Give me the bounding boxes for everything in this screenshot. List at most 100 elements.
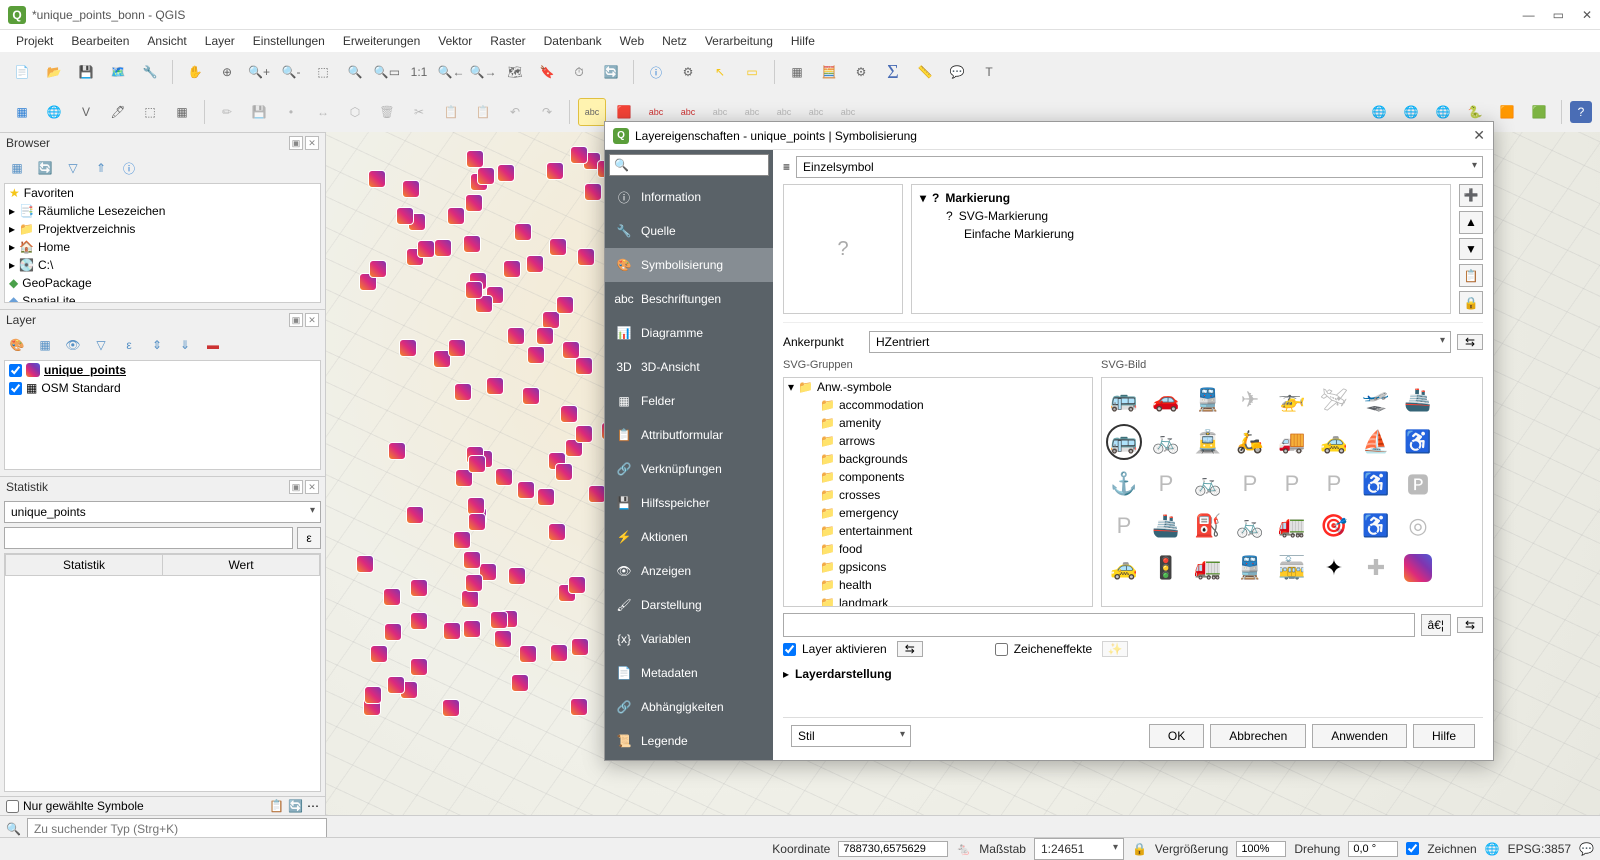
- draw-effects-checkbox[interactable]: [995, 643, 1008, 656]
- layer-rendering-section[interactable]: Layerdarstellung: [795, 667, 892, 681]
- browser-undock-icon[interactable]: ▣: [289, 136, 303, 150]
- svg-group-components[interactable]: 📁components: [784, 468, 1092, 486]
- statistik-field-input[interactable]: [4, 527, 293, 549]
- new-print-layout-icon[interactable]: 🗺️: [104, 58, 132, 86]
- svg-group-emergency[interactable]: 📁emergency: [784, 504, 1092, 522]
- help-button[interactable]: Hilfe: [1413, 724, 1475, 748]
- sidebar-item-metadaten[interactable]: 📄Metadaten: [605, 656, 773, 690]
- svg-groups-tree[interactable]: ▾📁Anw.-symbole 📁accommodation📁amenity📁ar…: [783, 377, 1093, 607]
- dialog-search-input[interactable]: [609, 154, 769, 176]
- select-icon[interactable]: ↖: [706, 58, 734, 86]
- sidebar-item-hilfsspeicher[interactable]: 💾Hilfsspeicher: [605, 486, 773, 520]
- edit-toggle-icon[interactable]: ✏: [213, 98, 241, 126]
- new-virtual-icon[interactable]: ⬚: [136, 98, 164, 126]
- svg-group-food[interactable]: 📁food: [784, 540, 1092, 558]
- sb-extents-icon[interactable]: 🐁: [956, 842, 971, 856]
- statistik-layer-combo[interactable]: unique_points: [4, 501, 321, 523]
- apply-button[interactable]: Anwenden: [1312, 724, 1407, 748]
- collapse-icon[interactable]: ⇓: [174, 334, 196, 356]
- sidebar-item-symbolisierung[interactable]: 🎨Symbolisierung: [605, 248, 773, 282]
- add-layer-icon[interactable]: ▦: [6, 157, 28, 179]
- move-up-button[interactable]: ▼: [1459, 238, 1483, 261]
- sb-crs-label[interactable]: EPSG:3857: [1508, 842, 1571, 856]
- close-button[interactable]: ✕: [1582, 8, 1592, 22]
- sidebar-item-variablen[interactable]: {x}Variablen: [605, 622, 773, 656]
- redo-icon[interactable]: ↷: [533, 98, 561, 126]
- expression-button[interactable]: ε: [297, 527, 321, 549]
- svg-group-accommodation[interactable]: 📁accommodation: [784, 396, 1092, 414]
- svg-group-backgrounds[interactable]: 📁backgrounds: [784, 450, 1092, 468]
- filter-legend-icon[interactable]: ▽: [90, 334, 112, 356]
- refresh-icon[interactable]: 🔄: [597, 58, 625, 86]
- browser-c-drive[interactable]: C:\: [38, 258, 53, 272]
- browser-close-icon[interactable]: ✕: [305, 136, 319, 150]
- plugin2-icon[interactable]: 🟩: [1525, 98, 1553, 126]
- sidebar-item-attributformular[interactable]: 📋Attributformular: [605, 418, 773, 452]
- layers-close-icon[interactable]: ✕: [305, 313, 319, 327]
- processing-toolbox-icon[interactable]: ⚙: [847, 58, 875, 86]
- statistics-icon[interactable]: Σ: [879, 58, 907, 86]
- browser-home[interactable]: Home: [38, 240, 70, 254]
- stat-copy-icon[interactable]: 📋: [269, 799, 284, 813]
- sidebar-item-verknüpfungen[interactable]: 🔗Verknüpfungen: [605, 452, 773, 486]
- collapse-all-icon[interactable]: ⇑: [90, 157, 112, 179]
- label-tool-icon[interactable]: abc: [578, 98, 606, 126]
- remove-layer-icon[interactable]: ▬: [202, 334, 224, 356]
- draw-effects-button[interactable]: ✨: [1102, 641, 1128, 657]
- svg-group-amenity[interactable]: 📁amenity: [784, 414, 1092, 432]
- zoom-next-icon[interactable]: 🔍→: [469, 58, 497, 86]
- sidebar-item-diagramme[interactable]: 📊Diagramme: [605, 316, 773, 350]
- symbol-svg-marker[interactable]: SVG-Markierung: [959, 209, 1048, 223]
- layer-unique-points[interactable]: unique_points: [44, 363, 126, 377]
- help-icon[interactable]: ?: [1570, 101, 1592, 123]
- browser-tree[interactable]: ★Favoriten ▸📑Räumliche Lesezeichen ▸📁Pro…: [4, 183, 321, 303]
- properties-icon[interactable]: ⓘ: [118, 157, 140, 179]
- svg-group-gpsicons[interactable]: 📁gpsicons: [784, 558, 1092, 576]
- filter-browser-icon[interactable]: ▽: [62, 157, 84, 179]
- dialog-close-icon[interactable]: ✕: [1473, 127, 1485, 144]
- statistik-undock-icon[interactable]: ▣: [289, 480, 303, 494]
- zoom-native-icon[interactable]: ⬚: [309, 58, 337, 86]
- menu-web[interactable]: Web: [612, 31, 652, 51]
- zoom-in-icon[interactable]: 🔍+: [245, 58, 273, 86]
- sidebar-item-3d-ansicht[interactable]: 3D3D-Ansicht: [605, 350, 773, 384]
- menu-layer[interactable]: Layer: [197, 31, 243, 51]
- manage-visibility-icon[interactable]: 👁: [62, 334, 84, 356]
- sb-lock-icon[interactable]: 🔒: [1132, 842, 1147, 856]
- layer-activate-override-button[interactable]: ⇆: [897, 641, 923, 657]
- copy-features-icon[interactable]: 📋: [437, 98, 465, 126]
- new-project-icon[interactable]: 📄: [8, 58, 36, 86]
- layer-styling-icon[interactable]: 🎨: [6, 334, 28, 356]
- new-mesh-icon[interactable]: ▦: [168, 98, 196, 126]
- anchor-combo[interactable]: HZentriert: [869, 331, 1451, 353]
- zoom-out-icon[interactable]: 🔍-: [277, 58, 305, 86]
- sidebar-item-darstellung[interactable]: 🖌Darstellung: [605, 588, 773, 622]
- sidebar-item-legende[interactable]: 📜Legende: [605, 724, 773, 758]
- sidebar-item-felder[interactable]: ▦Felder: [605, 384, 773, 418]
- ok-button[interactable]: OK: [1149, 724, 1204, 748]
- symbol-layer-tree[interactable]: ▾?Markierung ?SVG-Markierung Einfache Ma…: [911, 184, 1451, 314]
- browser-spatialite[interactable]: SpatiaLite: [22, 294, 75, 303]
- menu-netz[interactable]: Netz: [654, 31, 695, 51]
- open-project-icon[interactable]: 📂: [40, 58, 68, 86]
- only-selected-checkbox[interactable]: [6, 800, 19, 813]
- menu-erweiterungen[interactable]: Erweiterungen: [335, 31, 428, 51]
- pan-to-selection-icon[interactable]: ⊕: [213, 58, 241, 86]
- svg-path-input[interactable]: [783, 613, 1415, 637]
- menu-projekt[interactable]: Projekt: [8, 31, 61, 51]
- zoom-layer-icon[interactable]: 1:1: [405, 58, 433, 86]
- zoom-last-icon[interactable]: 🔍←: [437, 58, 465, 86]
- sb-scale-combo[interactable]: 1:24651: [1034, 838, 1124, 860]
- menu-datenbank[interactable]: Datenbank: [536, 31, 610, 51]
- sidebar-item-information[interactable]: ⓘInformation: [605, 180, 773, 214]
- new-map-view-icon[interactable]: 🗺: [501, 58, 529, 86]
- browser-geopackage[interactable]: GeoPackage: [22, 276, 91, 290]
- sidebar-item-beschriftungen[interactable]: abcBeschriftungen: [605, 282, 773, 316]
- symbol-root[interactable]: Markierung: [945, 191, 1010, 205]
- open-attribute-table-icon[interactable]: ▦: [783, 58, 811, 86]
- sidebar-item-quelle[interactable]: 🔧Quelle: [605, 214, 773, 248]
- paste-features-icon[interactable]: 📋: [469, 98, 497, 126]
- add-group-icon[interactable]: ▦: [34, 334, 56, 356]
- maximize-button[interactable]: ▭: [1553, 8, 1564, 22]
- temporal-icon[interactable]: ⏱: [565, 58, 593, 86]
